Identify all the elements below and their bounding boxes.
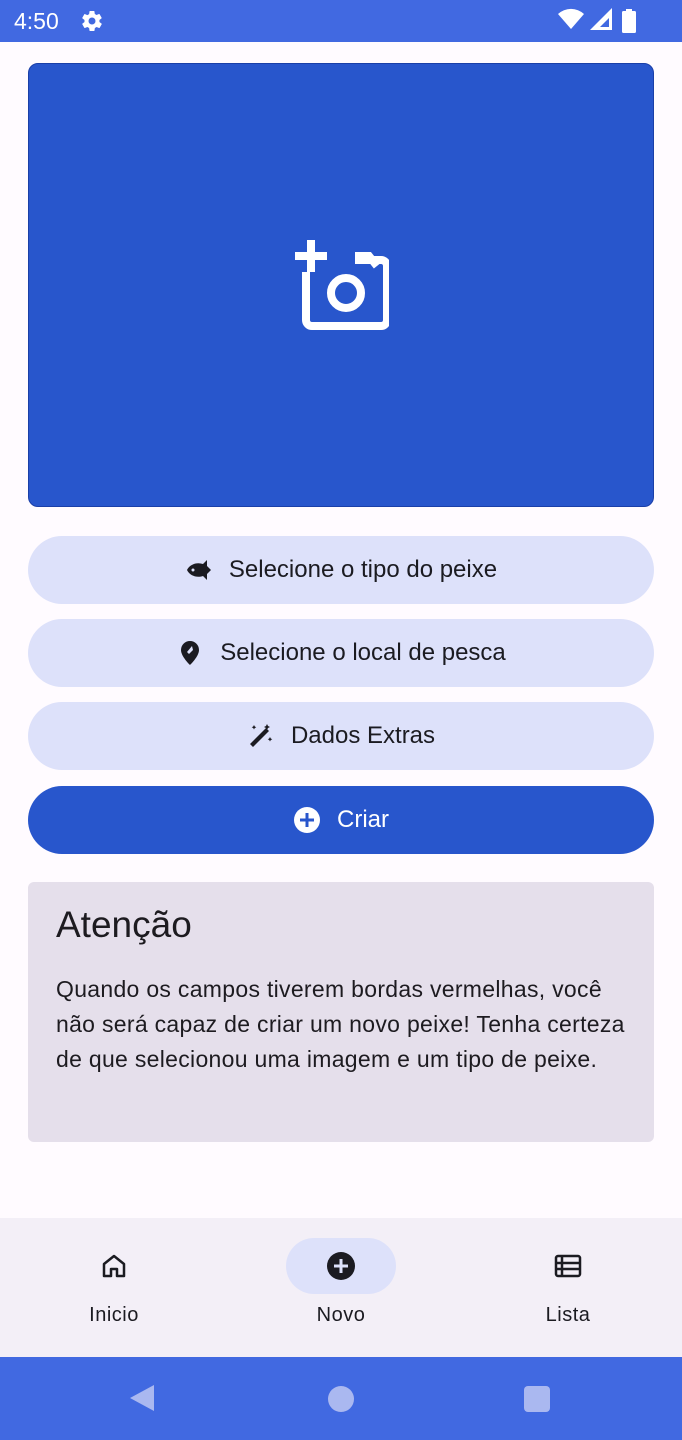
select-location-button[interactable]: Selecione o local de pesca	[28, 619, 654, 687]
extra-data-label: Dados Extras	[290, 722, 436, 749]
back-icon[interactable]	[128, 1383, 156, 1413]
battery-icon	[622, 9, 636, 33]
select-fish-type-button[interactable]: Selecione o tipo do peixe	[28, 536, 654, 604]
nav-label-novo: Novo	[316, 1304, 366, 1326]
extra-data-button[interactable]: Dados Extras	[28, 702, 654, 770]
nav-item-lista[interactable]: Lista	[488, 1238, 648, 1327]
wifi-icon	[558, 8, 584, 29]
create-button[interactable]: Criar	[28, 786, 654, 854]
magic-wand-icon	[249, 724, 273, 747]
nav-label-lista: Lista	[545, 1304, 591, 1326]
nav-indicator	[59, 1238, 169, 1294]
home-icon	[102, 1254, 126, 1278]
nav-item-inicio[interactable]: Inicio	[34, 1238, 194, 1327]
create-label: Criar	[337, 806, 389, 833]
add-circle-icon	[294, 807, 320, 833]
warning-text: Quando os campos tiverem bordas vermelha…	[56, 976, 625, 1072]
fish-icon	[186, 560, 211, 580]
add-a-photo-icon	[293, 240, 389, 330]
photo-picker[interactable]	[28, 63, 654, 507]
nav-label-inicio: Inicio	[89, 1304, 139, 1326]
warning-title: Atenção	[56, 904, 192, 945]
status-icons	[558, 8, 612, 30]
nav-item-novo[interactable]: Novo	[261, 1238, 421, 1327]
list-icon	[554, 1254, 582, 1278]
status-time: 4:50	[14, 8, 59, 34]
system-navigation-bar	[0, 1357, 682, 1440]
recents-button[interactable]	[524, 1386, 550, 1412]
location-pin-icon	[181, 641, 200, 665]
nav-indicator	[513, 1238, 623, 1294]
settings-icon	[82, 10, 102, 32]
signal-icon	[590, 8, 612, 30]
add-circle-icon	[327, 1252, 355, 1280]
nav-indicator-active	[286, 1238, 396, 1294]
select-location-label: Selecione o local de pesca	[220, 639, 506, 666]
status-bar: 4:50	[0, 0, 682, 42]
home-button[interactable]	[328, 1386, 354, 1412]
bottom-navigation: Inicio Novo Lista	[0, 1218, 682, 1357]
select-fish-type-label: Selecione o tipo do peixe	[228, 556, 498, 583]
warning-card: Atenção Quando os campos tiverem bordas …	[28, 882, 654, 1142]
